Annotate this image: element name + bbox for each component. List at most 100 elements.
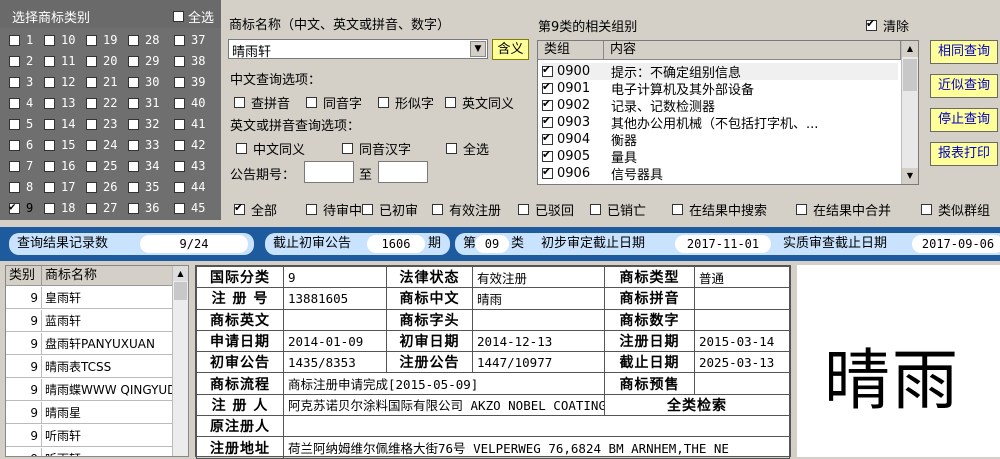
- class-checkbox-41[interactable]: 41: [174, 117, 205, 131]
- class-checkbox-13[interactable]: 13: [44, 96, 75, 110]
- class-checkbox-8[interactable]: 8: [9, 180, 33, 194]
- scroll-down-icon[interactable]: ▼: [902, 168, 918, 184]
- contain-button[interactable]: 含义: [492, 39, 529, 60]
- en-option-2[interactable]: 全选: [446, 139, 489, 158]
- group-row[interactable]: 0903其他办公用机械（不包括打字机、...: [542, 114, 818, 132]
- class-checkbox-34[interactable]: 34: [128, 159, 159, 173]
- filter-2[interactable]: 已初审: [362, 200, 418, 219]
- filter-6[interactable]: 在结果中搜索: [672, 200, 767, 219]
- gazette-from-input[interactable]: [304, 161, 354, 183]
- class-checkbox-28[interactable]: 28: [128, 33, 159, 47]
- checkbox-icon: [44, 55, 55, 67]
- class-checkbox-44[interactable]: 44: [174, 180, 205, 194]
- group-row[interactable]: 0901电子计算机及其外部设备: [542, 80, 754, 98]
- class-checkbox-6[interactable]: 6: [9, 138, 33, 152]
- class-checkbox-25[interactable]: 25: [86, 159, 117, 173]
- cn-option-2[interactable]: 形似字: [378, 93, 434, 112]
- checkbox-icon[interactable]: [542, 148, 553, 162]
- result-row[interactable]: 9听雨轩: [6, 425, 173, 447]
- filter-7[interactable]: 在结果中合并: [796, 200, 891, 219]
- class-checkbox-20[interactable]: 20: [86, 54, 117, 68]
- result-row[interactable]: 9 皇雨轩: [6, 287, 173, 309]
- scroll-thumb[interactable]: [903, 59, 917, 91]
- class-checkbox-19[interactable]: 19: [86, 33, 117, 47]
- class-checkbox-16[interactable]: 16: [44, 159, 75, 173]
- name-combobox[interactable]: 晴雨轩 ▼: [228, 39, 488, 60]
- scroll-thumb[interactable]: [174, 282, 187, 300]
- class-checkbox-10[interactable]: 10: [44, 33, 75, 47]
- class-checkbox-40[interactable]: 40: [174, 96, 205, 110]
- class-checkbox-17[interactable]: 17: [44, 180, 75, 194]
- results-scrollbar[interactable]: ▲: [172, 266, 188, 456]
- filter-3[interactable]: 有效注册: [432, 200, 501, 219]
- class-checkbox-39[interactable]: 39: [174, 75, 205, 89]
- expire-key: 截止日期: [604, 351, 695, 374]
- cn-option-3[interactable]: 英文同义: [445, 93, 514, 112]
- class-checkbox-42[interactable]: 42: [174, 138, 205, 152]
- filter-5[interactable]: 已销亡: [590, 200, 646, 219]
- search-all-button[interactable]: 全类检索: [604, 393, 790, 417]
- checkbox-icon[interactable]: [542, 114, 553, 128]
- gazette-to-input[interactable]: [378, 161, 428, 183]
- class-checkbox-5[interactable]: 5: [9, 117, 33, 131]
- class-checkbox-26[interactable]: 26: [86, 180, 117, 194]
- class-checkbox-30[interactable]: 30: [128, 75, 159, 89]
- filter-8[interactable]: 类似群组: [921, 200, 990, 219]
- class-checkbox-33[interactable]: 33: [128, 138, 159, 152]
- result-row[interactable]: 9听雨轩: [6, 448, 173, 456]
- class-checkbox-29[interactable]: 29: [128, 54, 159, 68]
- class-checkbox-38[interactable]: 38: [174, 54, 205, 68]
- same-query-button[interactable]: 相同查询: [930, 40, 998, 64]
- result-row[interactable]: 9晴雨蝶WWW QINGYUDIE: [6, 379, 173, 401]
- stop-query-button[interactable]: 停止查询: [930, 108, 998, 132]
- class-checkbox-3[interactable]: 3: [9, 75, 33, 89]
- checkbox-icon[interactable]: [542, 131, 553, 145]
- result-row[interactable]: 9 晴雨表TCSS: [6, 356, 173, 378]
- class-checkbox-43[interactable]: 43: [174, 159, 205, 173]
- checkbox-icon[interactable]: [542, 165, 553, 179]
- class-checkbox-11[interactable]: 11: [44, 54, 75, 68]
- similar-query-button[interactable]: 近似查询: [930, 74, 998, 98]
- class-checkbox-1[interactable]: 1: [9, 33, 33, 47]
- filter-1[interactable]: 待审中: [306, 200, 362, 219]
- class-checkbox-37[interactable]: 37: [174, 33, 205, 47]
- print-report-button[interactable]: 报表打印: [930, 142, 998, 166]
- class-checkbox-23[interactable]: 23: [86, 117, 117, 131]
- class-checkbox-31[interactable]: 31: [128, 96, 159, 110]
- filter-0[interactable]: 全部: [234, 200, 277, 219]
- select-all-classes-checkbox[interactable]: 全选: [173, 7, 214, 26]
- cn-option-0[interactable]: 查拼音: [234, 93, 290, 112]
- checkbox-icon[interactable]: [542, 80, 553, 94]
- class-checkbox-4[interactable]: 4: [9, 96, 33, 110]
- cn-option-1[interactable]: 同音字: [306, 93, 362, 112]
- result-row[interactable]: 9 盘雨轩PANYUXUAN: [6, 333, 173, 355]
- class-checkbox-15[interactable]: 15: [44, 138, 75, 152]
- class-checkbox-22[interactable]: 22: [86, 96, 117, 110]
- chevron-down-icon[interactable]: ▼: [470, 41, 486, 57]
- scroll-up-icon[interactable]: ▲: [173, 266, 188, 281]
- clear-checkbox[interactable]: 清除: [866, 16, 909, 35]
- class-checkbox-2[interactable]: 2: [9, 54, 33, 68]
- result-row[interactable]: 9 蓝雨轩: [6, 310, 173, 332]
- group-row[interactable]: 0905量具: [542, 148, 637, 166]
- checkbox-icon[interactable]: [542, 63, 553, 77]
- checkbox-icon: [44, 76, 55, 88]
- checkbox-icon[interactable]: [542, 97, 553, 111]
- class-checkbox-35[interactable]: 35: [128, 180, 159, 194]
- result-row[interactable]: 9 晴雨星: [6, 402, 173, 424]
- class-checkbox-32[interactable]: 32: [128, 117, 159, 131]
- scroll-up-icon[interactable]: ▲: [902, 41, 918, 57]
- group-row[interactable]: 0900提示：不确定组别信息: [542, 63, 898, 81]
- filter-4[interactable]: 已驳回: [518, 200, 574, 219]
- group-row[interactable]: 0902记录、记数检测器: [542, 97, 715, 115]
- group-row[interactable]: 0904衡器: [542, 131, 637, 149]
- class-checkbox-24[interactable]: 24: [86, 138, 117, 152]
- en-option-1[interactable]: 同音汉字: [342, 139, 411, 158]
- class-checkbox-7[interactable]: 7: [9, 159, 33, 173]
- group-row[interactable]: 0906信号器具: [542, 165, 663, 183]
- group-scrollbar[interactable]: ▲ ▼: [901, 41, 918, 184]
- class-checkbox-21[interactable]: 21: [86, 75, 117, 89]
- class-checkbox-12[interactable]: 12: [44, 75, 75, 89]
- class-checkbox-14[interactable]: 14: [44, 117, 75, 131]
- en-option-0[interactable]: 中文同义: [236, 139, 305, 158]
